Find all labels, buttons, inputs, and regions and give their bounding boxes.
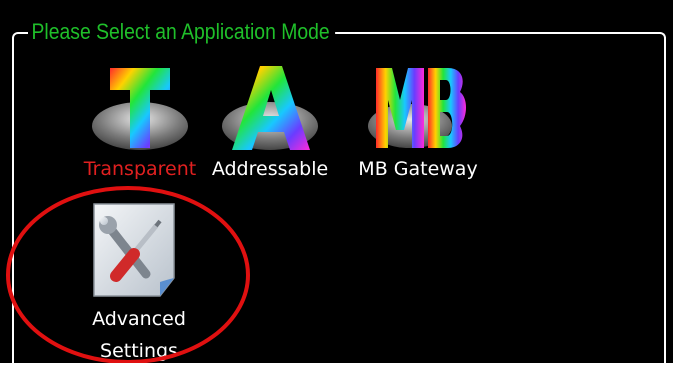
mode-label-mb-gateway: MB Gateway	[358, 158, 478, 180]
a-logo-icon	[222, 66, 318, 150]
mode-transparent-button[interactable]: Transparent	[70, 60, 210, 190]
mode-addressable-button[interactable]: Addressable	[200, 60, 340, 190]
t-logo-icon	[92, 68, 188, 150]
mode-label-transparent: Transparent	[83, 158, 197, 180]
application-mode-panel: Please Select an Application Mode Transp…	[0, 0, 673, 372]
advanced-label-line2: Settings	[100, 340, 178, 362]
group-title: Please Select an Application Mode	[28, 12, 335, 52]
mode-label-addressable: Addressable	[211, 158, 329, 180]
settings-tools-icon	[93, 203, 175, 297]
advanced-settings-button[interactable]: Advanced Settings	[64, 196, 214, 366]
mode-mb-gateway-button[interactable]: MB Gateway	[348, 60, 488, 190]
advanced-label-line1: Advanced	[92, 308, 186, 330]
mb-logo-icon	[368, 68, 466, 148]
